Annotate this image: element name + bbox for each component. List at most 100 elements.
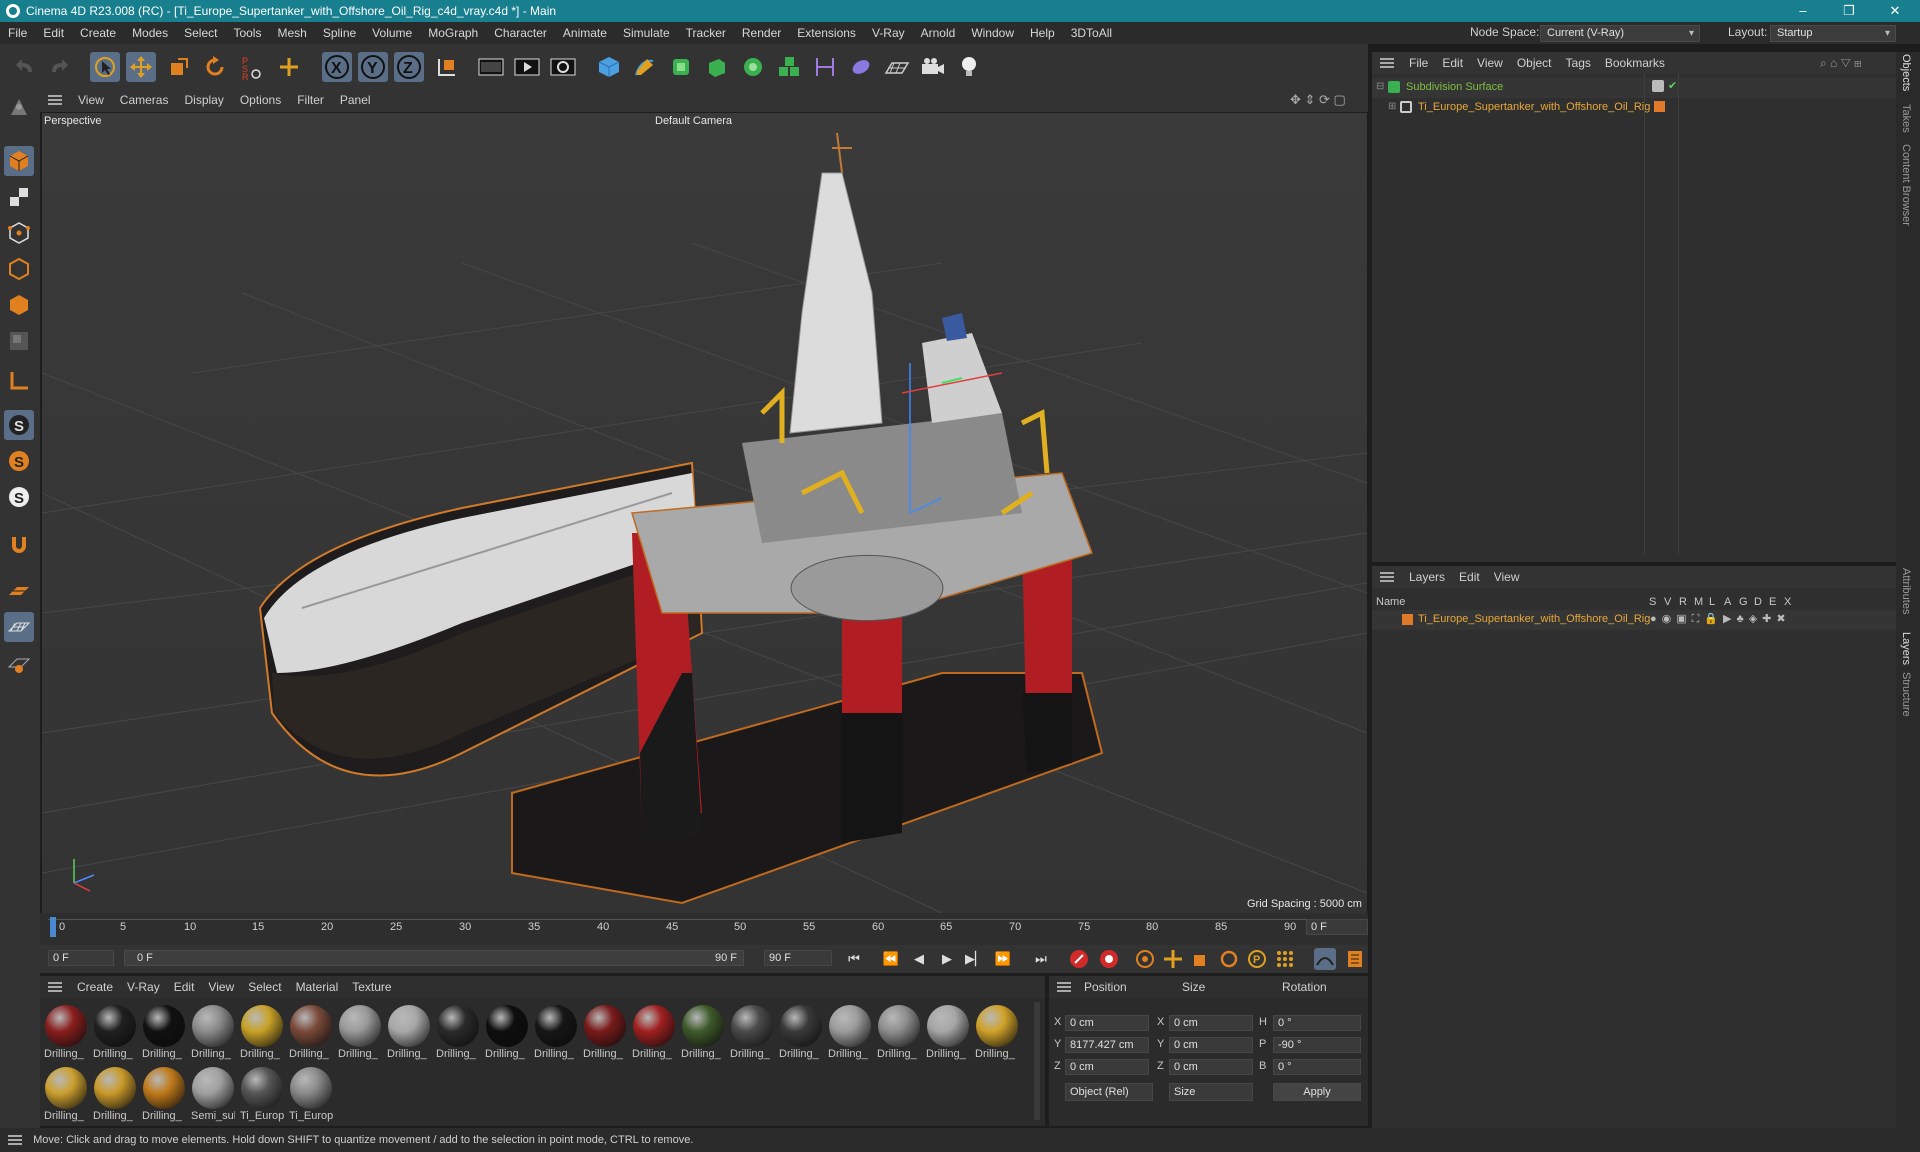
menu-tracker[interactable]: Tracker bbox=[678, 22, 734, 44]
next-key-icon[interactable]: ⏩ bbox=[992, 948, 1014, 970]
key-scale-icon[interactable] bbox=[1190, 948, 1212, 970]
close-button[interactable]: ✕ bbox=[1872, 0, 1918, 22]
menu-file[interactable]: File bbox=[0, 22, 35, 44]
material-menu-edit[interactable]: Edit bbox=[167, 980, 202, 994]
light-object-icon[interactable] bbox=[954, 52, 984, 82]
material-swatch[interactable]: Drilling_ bbox=[779, 1004, 823, 1064]
x-axis-lock-button[interactable]: X bbox=[322, 52, 352, 82]
size-z-field[interactable]: 0 cm bbox=[1169, 1059, 1253, 1075]
object-row-subdivision-surface[interactable]: ⊟ Subdivision Surface ✔ bbox=[1372, 78, 1896, 98]
record-active-objects-icon[interactable] bbox=[1068, 948, 1090, 970]
menu-help[interactable]: Help bbox=[1022, 22, 1063, 44]
cloner-icon[interactable] bbox=[738, 52, 768, 82]
previous-key-icon[interactable]: ⏪ bbox=[880, 948, 902, 970]
material-menu-hamburger-icon[interactable] bbox=[48, 982, 62, 992]
redo-icon[interactable] bbox=[44, 52, 74, 82]
menu-character[interactable]: Character bbox=[486, 22, 555, 44]
layer-menu-layers[interactable]: Layers bbox=[1402, 570, 1452, 584]
next-frame-icon[interactable]: ▶▏ bbox=[964, 948, 986, 970]
menu-extensions[interactable]: Extensions bbox=[789, 22, 864, 44]
move-tool-icon[interactable] bbox=[126, 52, 156, 82]
axis-mode-icon[interactable] bbox=[4, 366, 34, 396]
symmetry-icon[interactable]: S bbox=[4, 482, 34, 512]
menu-mograph[interactable]: MoGraph bbox=[420, 22, 486, 44]
object-menu-hamburger-icon[interactable] bbox=[1380, 58, 1394, 68]
viewport-menu-panel[interactable]: Panel bbox=[332, 93, 379, 107]
object-menu-edit[interactable]: Edit bbox=[1435, 56, 1470, 70]
psr-tool-icon[interactable]: PSR bbox=[236, 52, 266, 82]
rotation-b-field[interactable]: 0 ° bbox=[1273, 1059, 1361, 1075]
menu-vray[interactable]: V-Ray bbox=[864, 22, 913, 44]
menu-3dtoall[interactable]: 3DToAll bbox=[1063, 22, 1120, 44]
viewport-menu-hamburger-icon[interactable] bbox=[48, 95, 62, 105]
tab-takes[interactable]: Takes bbox=[1900, 104, 1912, 133]
autokeying-icon[interactable] bbox=[1098, 948, 1120, 970]
object-row-supertanker[interactable]: ⊞ Ti_Europe_Supertanker_with_Offshore_Oi… bbox=[1372, 98, 1896, 118]
position-x-field[interactable]: 0 cm bbox=[1065, 1015, 1149, 1031]
menu-select[interactable]: Select bbox=[176, 22, 225, 44]
grid-workplane-icon[interactable] bbox=[4, 612, 34, 642]
rotation-p-field[interactable]: -90 ° bbox=[1273, 1037, 1361, 1053]
material-swatch[interactable]: Drilling_ bbox=[926, 1004, 970, 1064]
timeline-window-icon[interactable] bbox=[1344, 948, 1366, 970]
locked-workplane-icon[interactable] bbox=[4, 648, 34, 678]
mograph-array-icon[interactable] bbox=[774, 52, 804, 82]
material-swatch[interactable]: Semi_sul bbox=[191, 1066, 235, 1126]
texture-mode-icon[interactable] bbox=[4, 182, 34, 212]
material-scrollbar[interactable] bbox=[1034, 1002, 1040, 1120]
menu-create[interactable]: Create bbox=[72, 22, 124, 44]
material-menu-create[interactable]: Create bbox=[70, 980, 120, 994]
deformer-icon[interactable] bbox=[810, 52, 840, 82]
tab-content-browser[interactable]: Content Browser bbox=[1900, 144, 1912, 226]
menu-volume[interactable]: Volume bbox=[364, 22, 420, 44]
material-swatch[interactable]: Drilling_ bbox=[44, 1004, 88, 1064]
camera-object-icon[interactable] bbox=[918, 52, 948, 82]
points-mode-icon[interactable] bbox=[4, 218, 34, 248]
coordinate-mode-dropdown[interactable]: Object (Rel) bbox=[1065, 1083, 1153, 1101]
material-swatch[interactable]: Drilling_ bbox=[877, 1004, 921, 1064]
viewport-menu-options[interactable]: Options bbox=[232, 93, 289, 107]
material-menu-select[interactable]: Select bbox=[241, 980, 288, 994]
size-mode-dropdown[interactable]: Size bbox=[1169, 1083, 1253, 1101]
undo-icon[interactable] bbox=[10, 52, 40, 82]
material-swatch[interactable]: Drilling_ bbox=[387, 1004, 431, 1064]
material-swatch[interactable]: Ti_Europ bbox=[289, 1066, 333, 1126]
minimize-button[interactable]: – bbox=[1780, 0, 1826, 22]
size-x-field[interactable]: 0 cm bbox=[1169, 1015, 1253, 1031]
scale-tool-icon[interactable] bbox=[164, 52, 194, 82]
make-editable-icon[interactable] bbox=[4, 92, 34, 122]
position-z-field[interactable]: 0 cm bbox=[1065, 1059, 1149, 1075]
menu-animate[interactable]: Animate bbox=[555, 22, 615, 44]
object-menu-tags[interactable]: Tags bbox=[1559, 56, 1598, 70]
object-menu-object[interactable]: Object bbox=[1510, 56, 1559, 70]
menu-window[interactable]: Window bbox=[963, 22, 1022, 44]
material-swatch[interactable]: Drilling_ bbox=[730, 1004, 774, 1064]
add-tool-icon[interactable] bbox=[274, 52, 304, 82]
object-menu-file[interactable]: File bbox=[1402, 56, 1435, 70]
workplane-icon[interactable] bbox=[4, 576, 34, 606]
material-menu-vray[interactable]: V-Ray bbox=[120, 980, 167, 994]
start-frame-field[interactable]: 0 F bbox=[48, 950, 114, 966]
size-y-field[interactable]: 0 cm bbox=[1169, 1037, 1253, 1053]
material-menu-texture[interactable]: Texture bbox=[345, 980, 398, 994]
layer-color-swatch[interactable] bbox=[1654, 101, 1665, 112]
apply-button[interactable]: Apply bbox=[1273, 1083, 1361, 1101]
object-menu-view[interactable]: View bbox=[1470, 56, 1510, 70]
menu-simulate[interactable]: Simulate bbox=[615, 22, 678, 44]
render-settings-icon[interactable] bbox=[548, 52, 578, 82]
material-swatch[interactable]: Drilling_ bbox=[583, 1004, 627, 1064]
edges-mode-icon[interactable] bbox=[4, 254, 34, 284]
menu-mesh[interactable]: Mesh bbox=[269, 22, 314, 44]
select-cursor-icon[interactable] bbox=[90, 52, 120, 82]
tab-structure[interactable]: Structure bbox=[1900, 672, 1912, 717]
position-y-field[interactable]: 8177.427 cm bbox=[1065, 1037, 1149, 1053]
material-menu-view[interactable]: View bbox=[201, 980, 241, 994]
status-menu-icon[interactable] bbox=[8, 1135, 22, 1146]
render-to-picture-viewer-icon[interactable] bbox=[512, 52, 542, 82]
material-swatch[interactable]: Drilling_ bbox=[975, 1004, 1019, 1064]
3d-viewport[interactable]: Perspective Default Camera Grid Spacing … bbox=[42, 113, 1367, 913]
snap-icon[interactable]: S bbox=[4, 410, 34, 440]
keyframe-selection-icon[interactable] bbox=[1134, 948, 1156, 970]
tab-objects[interactable]: Objects bbox=[1900, 54, 1912, 91]
viewport-menu-filter[interactable]: Filter bbox=[289, 93, 332, 107]
